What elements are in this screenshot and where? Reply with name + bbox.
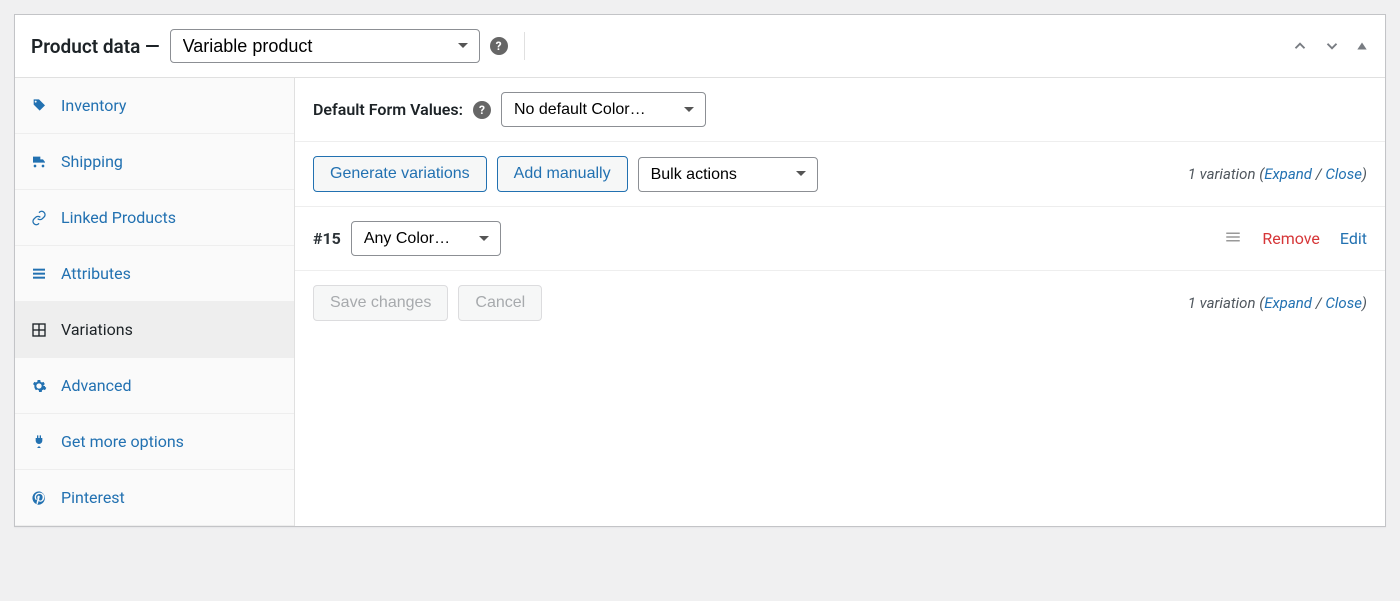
sidebar-item-label: Inventory xyxy=(61,96,127,115)
variation-id: #15 xyxy=(313,229,341,248)
variation-count-bottom: 1 variation (Expand / Close) xyxy=(1188,294,1367,312)
edit-variation-link[interactable]: Edit xyxy=(1340,229,1367,248)
variation-row[interactable]: #15 Any Color… Remove Edit xyxy=(295,207,1385,271)
sidebar-item-label: Linked Products xyxy=(61,208,176,227)
sidebar-item-more-options[interactable]: Get more options xyxy=(15,414,294,470)
sidebar-item-label: Shipping xyxy=(61,152,123,171)
variations-footer: Save changes Cancel 1 variation (Expand … xyxy=(295,271,1385,335)
save-changes-button[interactable]: Save changes xyxy=(313,285,448,321)
sidebar-item-attributes[interactable]: Attributes xyxy=(15,246,294,302)
variations-content: Default Form Values: ? No default Color…… xyxy=(295,78,1385,526)
panel-title: Product data — xyxy=(31,35,160,58)
sidebar-item-shipping[interactable]: Shipping xyxy=(15,134,294,190)
gear-icon xyxy=(31,378,49,394)
add-manually-button[interactable]: Add manually xyxy=(497,156,628,192)
link-icon xyxy=(31,210,49,226)
variation-attribute-select[interactable]: Any Color… xyxy=(351,221,501,256)
grid-icon xyxy=(31,322,49,338)
list-icon xyxy=(31,266,49,282)
product-data-panel: Product data — Variable product ? xyxy=(14,14,1386,527)
sidebar-item-label: Variations xyxy=(61,320,133,339)
close-link[interactable]: Close xyxy=(1325,294,1362,312)
sidebar-item-label: Attributes xyxy=(61,264,131,283)
tag-icon xyxy=(31,98,49,114)
default-form-values-label: Default Form Values: xyxy=(313,100,463,119)
bulk-actions-select[interactable]: Bulk actions xyxy=(638,157,818,192)
chevron-up-icon[interactable] xyxy=(1291,37,1309,55)
sidebar-item-variations[interactable]: Variations xyxy=(15,302,294,358)
help-icon[interactable]: ? xyxy=(473,101,491,119)
plug-icon xyxy=(31,434,49,450)
panel-controls xyxy=(1291,37,1369,55)
triangle-up-icon[interactable] xyxy=(1355,39,1369,53)
panel-body: Inventory Shipping Linked Products Attri… xyxy=(15,78,1385,526)
variations-toolbar: Generate variations Add manually Bulk ac… xyxy=(295,142,1385,207)
sidebar-item-inventory[interactable]: Inventory xyxy=(15,78,294,134)
sidebar-item-label: Advanced xyxy=(61,376,132,395)
expand-link[interactable]: Expand xyxy=(1264,294,1312,312)
separator xyxy=(524,32,525,60)
sidebar-item-label: Pinterest xyxy=(61,488,125,507)
panel-header: Product data — Variable product ? xyxy=(15,15,1385,78)
default-color-select[interactable]: No default Color… xyxy=(501,92,706,127)
default-form-values-row: Default Form Values: ? No default Color… xyxy=(295,78,1385,142)
cancel-button[interactable]: Cancel xyxy=(458,285,542,321)
chevron-down-icon[interactable] xyxy=(1323,37,1341,55)
sidebar-item-pinterest[interactable]: Pinterest xyxy=(15,470,294,526)
expand-link[interactable]: Expand xyxy=(1264,165,1312,183)
sidebar: Inventory Shipping Linked Products Attri… xyxy=(15,78,295,526)
sidebar-item-advanced[interactable]: Advanced xyxy=(15,358,294,414)
product-type-select[interactable]: Variable product xyxy=(170,29,480,63)
remove-variation-link[interactable]: Remove xyxy=(1262,229,1320,248)
pinterest-icon xyxy=(31,490,49,506)
generate-variations-button[interactable]: Generate variations xyxy=(313,156,487,192)
variation-actions: Remove Edit xyxy=(1224,229,1367,248)
help-icon[interactable]: ? xyxy=(490,37,508,55)
sidebar-item-label: Get more options xyxy=(61,432,184,451)
drag-handle-icon[interactable] xyxy=(1224,229,1242,248)
variation-count-top: 1 variation (Expand / Close) xyxy=(1188,165,1367,183)
close-link[interactable]: Close xyxy=(1325,165,1362,183)
sidebar-item-linked[interactable]: Linked Products xyxy=(15,190,294,246)
truck-icon xyxy=(31,154,49,170)
